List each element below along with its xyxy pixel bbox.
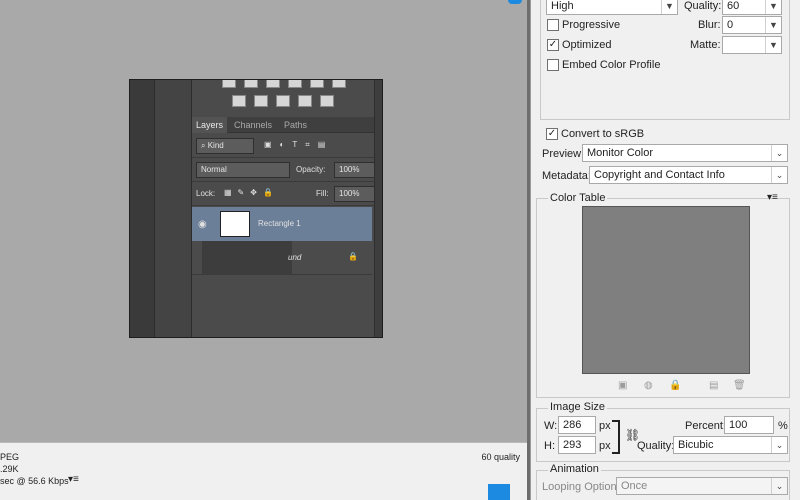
ps-layer-name: und xyxy=(288,253,302,262)
metadata-label: Metadata: xyxy=(542,170,591,182)
width-input[interactable]: 286 xyxy=(558,416,596,434)
ps-adjustment-icons xyxy=(232,95,334,107)
lock-icon: 🔒 xyxy=(348,252,358,261)
looping-select[interactable]: Once ⌄ xyxy=(616,477,788,495)
metadata-select[interactable]: Copyright and Contact Info ⌄ xyxy=(589,166,788,184)
lock-color-icon[interactable]: 🔒 xyxy=(669,380,681,391)
convert-srgb-checkbox[interactable]: ✓ xyxy=(546,128,558,140)
percent-unit: % xyxy=(778,420,788,432)
ps-filter-row: ⌕ Kind ▣◐T⌗▤ xyxy=(192,134,382,158)
optimized-image-preview: Layers Channels Paths ⌕ Kind ▣◐T⌗▤ Norma… xyxy=(129,79,383,338)
ps-opacity-value: 100% xyxy=(334,162,378,178)
ps-opacity-label: Opacity: xyxy=(296,165,326,174)
ps-tabs: Layers Channels Paths xyxy=(192,117,382,133)
height-unit: px xyxy=(599,440,611,452)
animation-title: Animation xyxy=(548,463,601,475)
blue-handle-top[interactable] xyxy=(508,0,522,4)
eye-icon: ◉ xyxy=(198,219,207,230)
width-label: W: xyxy=(544,420,558,432)
ps-blend-row: Normal Opacity: 100% xyxy=(192,158,382,182)
preview-select[interactable]: Monitor Color ⌄ xyxy=(582,144,788,162)
percent-label: Percent: xyxy=(685,420,726,432)
status-size: .29K xyxy=(0,464,19,474)
ps-fill-value: 100% xyxy=(334,186,378,202)
settings-group xyxy=(540,0,790,120)
ps-blend-mode: Normal xyxy=(196,162,290,178)
status-time: sec @ 56.6 Kbps xyxy=(0,476,69,486)
ps-lock-label: Lock: xyxy=(196,189,216,198)
preview-area[interactable]: Layers Channels Paths ⌕ Kind ▣◐T⌗▤ Norma… xyxy=(0,0,530,442)
height-input[interactable]: 293 xyxy=(558,436,596,454)
height-label: H: xyxy=(544,440,555,452)
blue-handle-bottom[interactable] xyxy=(488,484,510,500)
ps-layer-name: Rectangle 1 xyxy=(258,219,301,228)
new-color-icon[interactable]: ▤ xyxy=(709,380,718,391)
chevron-down-icon: ⌄ xyxy=(771,437,787,453)
width-unit: px xyxy=(599,420,611,432)
chevron-down-icon: ⌄ xyxy=(771,478,787,494)
trash-icon[interactable]: 🗑 xyxy=(733,380,746,391)
ps-fill-label: Fill: xyxy=(316,189,329,198)
status-menu-icon[interactable]: ▾≡ xyxy=(68,474,79,485)
ps-layer-rectangle: ◉ Rectangle 1 xyxy=(192,207,372,241)
chevron-down-icon: ⌄ xyxy=(771,167,787,183)
ps-layer-thumbnail xyxy=(220,211,250,237)
ps-toolbar-strip xyxy=(130,80,154,337)
looping-label: Looping Options: xyxy=(542,481,626,493)
chevron-down-icon: ⌄ xyxy=(771,145,787,161)
ps-lock-row: Lock: ▦✎✥🔒 Fill: 100% xyxy=(192,182,382,206)
ps-lock-icons: ▦✎✥🔒 xyxy=(224,188,279,197)
resample-quality-select[interactable]: Bicubic ⌄ xyxy=(673,436,788,454)
status-bar: PEG .29K sec @ 56.6 Kbps ▾≡ 60 quality xyxy=(0,442,530,500)
percent-input[interactable]: 100 xyxy=(724,416,774,434)
ps-layer-background: und 🔒 xyxy=(192,241,372,275)
menu-icon[interactable]: ▾≡ xyxy=(767,192,778,203)
status-format: PEG xyxy=(0,452,20,462)
constrain-bracket xyxy=(612,420,620,454)
web-shift-icon[interactable]: ◍ xyxy=(644,380,653,391)
ps-tab-paths: Paths xyxy=(284,120,308,130)
ps-tab-channels: Channels xyxy=(234,120,273,130)
resample-quality-label: Quality: xyxy=(637,440,675,452)
ps-kind-select: ⌕ Kind xyxy=(196,138,254,154)
status-quality: 60 quality xyxy=(481,452,520,462)
color-table-title: Color Table xyxy=(548,192,608,204)
image-size-title: Image Size xyxy=(548,401,608,413)
preview-label: Preview: xyxy=(542,148,585,160)
map-color-icon[interactable]: ▣ xyxy=(618,380,627,391)
ps-icon-row-top xyxy=(222,80,346,88)
ps-filter-icons: ▣◐T⌗▤ xyxy=(264,140,334,149)
ps-tab-layers: Layers xyxy=(192,117,228,133)
ps-panel-strip xyxy=(154,80,192,337)
ps-scrollbar xyxy=(374,80,382,337)
ps-layers-panel: Layers Channels Paths ⌕ Kind ▣◐T⌗▤ Norma… xyxy=(192,80,382,337)
color-table-swatches[interactable] xyxy=(582,206,750,374)
convert-srgb-label: Convert to sRGB xyxy=(561,128,645,140)
